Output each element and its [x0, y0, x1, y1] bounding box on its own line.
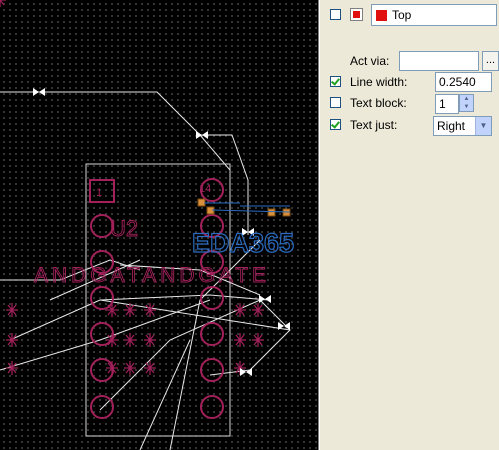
pin-label: 14	[199, 183, 211, 195]
pad	[200, 358, 224, 382]
component-value: ANDGATANDGATE	[34, 264, 266, 287]
pcb-canvas[interactable]: 1 14 U2 ANDGATANDGATE EDA365	[0, 0, 318, 450]
pin-label: 1	[96, 187, 102, 199]
via	[197, 198, 206, 207]
layer-color-box[interactable]	[350, 8, 363, 21]
line-width-input[interactable]: 0.2540	[435, 72, 492, 92]
pad	[90, 395, 114, 419]
text-just-checkbox[interactable]	[330, 119, 341, 130]
pads	[89, 178, 224, 419]
trace	[139, 339, 191, 450]
component-refdes: U2	[110, 216, 138, 241]
text-just-select[interactable]: Right ▼	[433, 116, 492, 136]
pad	[200, 286, 224, 310]
text-just-value: Right	[437, 119, 466, 133]
layer-color-icon	[376, 10, 387, 21]
endpoint-marker	[240, 368, 252, 376]
text-just-label: Text just:	[350, 118, 398, 132]
act-via-label: Act via:	[350, 54, 390, 68]
pad	[200, 322, 224, 346]
watermark-lines	[204, 202, 291, 213]
via	[267, 208, 276, 217]
pad	[200, 395, 224, 419]
endpoint-marker	[33, 88, 45, 96]
pcb-drawing[interactable]: 1 14 U2 ANDGATANDGATE EDA365	[0, 0, 318, 450]
layer-select[interactable]: Top	[371, 4, 497, 26]
watermark-logo: EDA365	[192, 228, 294, 258]
text-block-checkbox[interactable]	[330, 97, 341, 108]
text-block-spinner[interactable]: ▲ ▼	[459, 94, 474, 112]
layer-name: Top	[392, 8, 412, 22]
text-block-label: Text block:	[350, 96, 407, 110]
act-via-input[interactable]	[399, 51, 479, 71]
via	[282, 208, 291, 217]
endpoint-marker	[259, 295, 271, 303]
text-block-input[interactable]: 1	[435, 94, 459, 114]
layer-visible-checkbox[interactable]	[330, 9, 341, 20]
trace	[9, 294, 269, 341]
spin-up-icon[interactable]: ▲	[460, 95, 473, 103]
ratsnest-markers	[0, 0, 265, 376]
trace	[99, 299, 291, 411]
layer-color-swatch	[353, 11, 360, 18]
act-via-browse-button[interactable]: ...	[482, 51, 499, 71]
spin-down-icon[interactable]: ▼	[460, 103, 473, 111]
chevron-down-icon[interactable]: ▼	[475, 117, 491, 135]
pad	[90, 286, 114, 310]
properties-panel: Top Act via: ... Line width: 0.2540 Text…	[320, 0, 499, 450]
pad	[90, 322, 114, 346]
line-width-checkbox[interactable]	[330, 76, 341, 87]
ratsnest-star	[0, 0, 6, 7]
line-width-label: Line width:	[350, 75, 408, 89]
